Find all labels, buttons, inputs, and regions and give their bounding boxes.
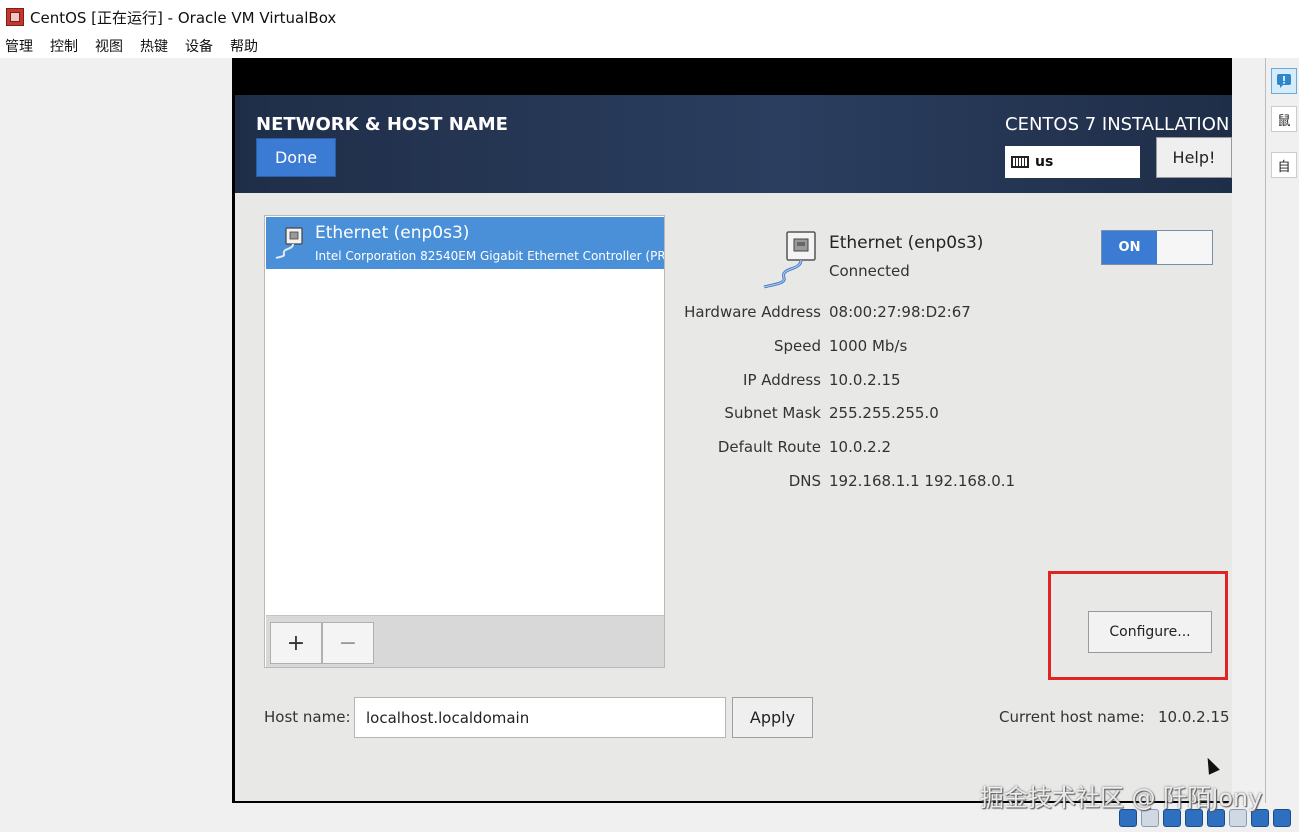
current-hostname-value: 10.0.2.15	[1158, 708, 1230, 726]
watermark: 掘金技术社区 @ 阡陌Jony	[980, 784, 1263, 812]
virtualbox-icon	[6, 8, 24, 26]
property-value: 10.0.2.2	[829, 438, 892, 456]
ethernet-icon	[763, 231, 816, 289]
property-value: 08:00:27:98:D2:67	[829, 303, 971, 321]
device-name: Ethernet (enp0s3)	[315, 223, 470, 243]
property-label: IP Address	[743, 371, 821, 389]
side-panel: 鼠 自	[1265, 58, 1299, 803]
device-toggle[interactable]: ON	[1101, 230, 1213, 265]
side-button-auto[interactable]: 自	[1271, 152, 1297, 178]
done-button[interactable]: Done	[256, 138, 336, 177]
device-row-enp0s3[interactable]: Ethernet (enp0s3) Intel Corporation 8254…	[266, 217, 664, 269]
host-background	[0, 58, 232, 832]
remove-device-button[interactable]: −	[322, 622, 374, 664]
window-titlebar: CentOS [正在运行] - Oracle VM VirtualBox	[0, 0, 1299, 34]
vm-screen[interactable]: NETWORK & HOST NAME Done CENTOS 7 INSTAL…	[232, 58, 1232, 803]
device-description: Intel Corporation 82540EM Gigabit Ethern…	[315, 249, 664, 263]
ethernet-icon	[275, 227, 303, 259]
keyboard-icon	[1011, 156, 1029, 168]
current-hostname-label: Current host name:	[999, 708, 1145, 726]
window-title: CentOS [正在运行] - Oracle VM VirtualBox	[30, 8, 337, 27]
property-value: 10.0.2.15	[829, 371, 901, 389]
installer-window: NETWORK & HOST NAME Done CENTOS 7 INSTAL…	[235, 95, 1232, 801]
property-value: 255.255.255.0	[829, 404, 939, 422]
property-label: Subnet Mask	[724, 404, 821, 422]
property-label: Hardware Address	[684, 303, 821, 321]
add-device-button[interactable]: +	[270, 622, 322, 664]
apply-button[interactable]: Apply	[732, 697, 813, 738]
property-label: DNS	[788, 472, 821, 490]
device-list-toolbar: + −	[266, 615, 664, 667]
keyboard-layout-label: us	[1035, 154, 1054, 170]
installation-title: CENTOS 7 INSTALLATION	[1005, 114, 1230, 135]
hostname-input[interactable]	[354, 697, 726, 738]
capture-icon[interactable]	[1273, 809, 1291, 827]
help-button[interactable]: Help!	[1156, 137, 1232, 178]
menu-help[interactable]: 帮助	[221, 36, 266, 56]
toggle-on-label: ON	[1102, 231, 1157, 264]
keyboard-layout-indicator[interactable]: us	[1005, 146, 1140, 178]
side-button-mouse[interactable]: 鼠	[1271, 106, 1297, 132]
property-label: Speed	[773, 337, 821, 355]
menu-hotkeys[interactable]: 热键	[131, 36, 176, 56]
page-title: NETWORK & HOST NAME	[256, 114, 508, 135]
property-label: Default Route	[717, 438, 821, 456]
menu-view[interactable]: 视图	[86, 36, 131, 56]
menu-manage[interactable]: 管理	[0, 36, 41, 56]
menu-control[interactable]: 控制	[41, 36, 86, 56]
menu-devices[interactable]: 设备	[176, 36, 221, 56]
property-value: 1000 Mb/s	[829, 337, 908, 355]
property-value: 192.168.1.1 192.168.0.1	[829, 472, 1016, 490]
notification-icon[interactable]	[1271, 68, 1297, 94]
configure-button[interactable]: Configure...	[1088, 611, 1212, 653]
device-detail-name: Ethernet (enp0s3)	[829, 233, 984, 253]
menubar: 管理 控制 视图 热键 设备 帮助	[0, 34, 1299, 58]
hostname-label: Host name:	[264, 708, 351, 726]
installer-header: NETWORK & HOST NAME Done CENTOS 7 INSTAL…	[235, 95, 1232, 193]
connection-status: Connected	[829, 262, 910, 280]
